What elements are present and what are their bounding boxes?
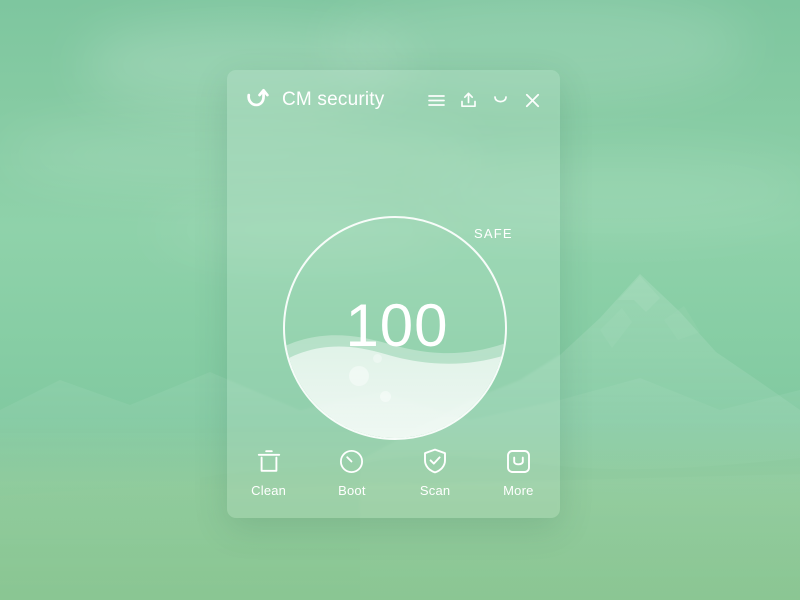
- toolbar-label: Clean: [251, 483, 287, 498]
- cm-security-swoosh-arrow-logo: [247, 88, 269, 107]
- speedometer-clock-icon: [339, 448, 365, 474]
- app-title: CM security: [282, 89, 385, 110]
- window-controls: [427, 91, 542, 110]
- desktop-background: CM security SAFE 100 Clean Boot Scan Mor…: [0, 0, 800, 600]
- bottom-toolbar: Clean Boot Scan More: [227, 446, 560, 518]
- minimize-icon[interactable]: [491, 91, 510, 110]
- score-value: 100: [345, 292, 449, 359]
- status-badge: SAFE: [474, 226, 513, 241]
- bubble: [349, 366, 369, 386]
- cm-security-window: CM security SAFE 100 Clean Boot Scan Mor…: [227, 70, 560, 518]
- toolbar-label: More: [503, 483, 534, 498]
- hamburger-menu-icon[interactable]: [427, 91, 446, 110]
- close-x-icon[interactable]: [523, 91, 542, 110]
- rounded-square-smile-icon: [505, 448, 531, 474]
- toolbar-item-boot[interactable]: Boot: [310, 446, 393, 498]
- trash-can-icon: [256, 448, 282, 474]
- toolbar-item-scan[interactable]: Scan: [394, 446, 477, 498]
- toolbar-item-more[interactable]: More: [477, 446, 560, 498]
- shield-check-icon: [422, 448, 448, 474]
- toolbar-label: Boot: [338, 483, 366, 498]
- toolbar-item-clean[interactable]: Clean: [227, 446, 310, 498]
- bubble: [380, 391, 391, 402]
- security-gauge: SAFE 100: [227, 130, 560, 460]
- toolbar-label: Scan: [419, 483, 451, 498]
- upload-share-icon[interactable]: [459, 91, 478, 110]
- score-ring: 100: [283, 216, 507, 440]
- window-titlebar: CM security: [227, 70, 560, 130]
